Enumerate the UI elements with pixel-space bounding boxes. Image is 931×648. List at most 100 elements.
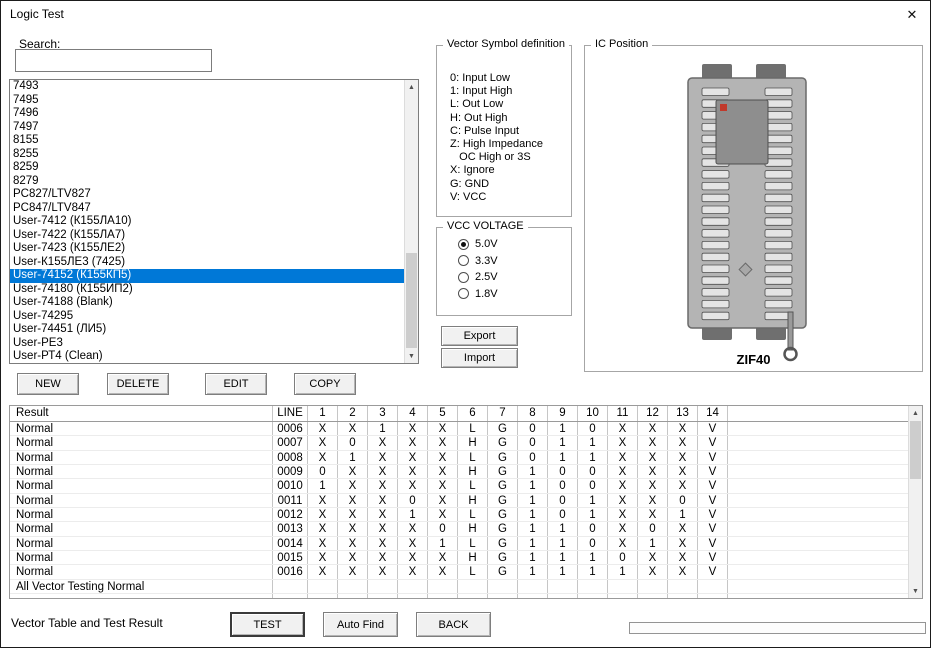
- vcc-option[interactable]: 2.5V: [437, 269, 571, 286]
- zif-socket: [687, 64, 807, 362]
- table-scrollbar[interactable]: ▲ ▼: [908, 406, 922, 598]
- table-cell: 0006: [273, 422, 308, 436]
- table-cell: 1: [608, 565, 638, 579]
- scroll-up-icon[interactable]: ▲: [909, 406, 922, 420]
- list-item[interactable]: User-К155ЛЕ3 (7425): [10, 256, 404, 270]
- delete-button[interactable]: DELETE: [107, 373, 169, 395]
- table-row[interactable]: Normal 0006 X X 1 X X L G 0 1 0 X X X V: [10, 422, 922, 437]
- vcc-voltage-group: VCC VOLTAGE 5.0V 3.3V 2.5V 1.8V: [436, 220, 572, 316]
- table-cell: X: [368, 436, 398, 450]
- table-header-cell: Result: [10, 406, 273, 421]
- table-cell: [398, 594, 428, 598]
- table-cell: 0: [548, 508, 578, 522]
- table-cell: 1: [548, 565, 578, 579]
- scroll-up-icon[interactable]: ▲: [405, 80, 418, 94]
- table-cell: Normal: [10, 536, 273, 551]
- vcc-option[interactable]: 3.3V: [437, 253, 571, 270]
- list-item[interactable]: User-РТ4 (Clean): [10, 350, 404, 363]
- list-item[interactable]: 8259: [10, 161, 404, 175]
- table-row[interactable]: Normal 0010 1 X X X X L G 1 0 0 X X X V: [10, 479, 922, 494]
- vcc-option[interactable]: 5.0V: [437, 236, 571, 253]
- scroll-down-icon[interactable]: ▼: [405, 349, 418, 363]
- edit-button[interactable]: EDIT: [205, 373, 267, 395]
- radio-icon[interactable]: [458, 255, 469, 267]
- radio-icon[interactable]: [458, 271, 469, 283]
- table-row[interactable]: Normal 0008 X 1 X X X L G 0 1 1 X X X V: [10, 450, 922, 466]
- list-item[interactable]: User-74180 (К155ИП2): [10, 283, 404, 297]
- table-cell: [698, 594, 728, 598]
- table-cell: [458, 579, 488, 594]
- list-item[interactable]: 7495: [10, 94, 404, 108]
- list-scrollbar[interactable]: ▲ ▼: [404, 80, 418, 363]
- close-button[interactable]: ✕: [900, 5, 924, 25]
- table-cell: [638, 579, 668, 594]
- table-cell: L: [458, 565, 488, 579]
- table-cell: X: [398, 551, 428, 565]
- list-item[interactable]: 7493: [10, 80, 404, 94]
- table-cell: X: [308, 436, 338, 450]
- vector-table-body: Normal 0006 X X 1 X X L G 0 1 0 X X X V Normal 0007 X 0 X X X H…: [10, 422, 922, 598]
- table-cell: 1: [548, 422, 578, 436]
- list-item[interactable]: User-7422 (К155ЛА7): [10, 229, 404, 243]
- list-item[interactable]: User-74451 (ЛИ5): [10, 323, 404, 337]
- table-row[interactable]: Normal 0007 X 0 X X X H G 0 1 1 X X X V: [10, 436, 922, 451]
- new-button[interactable]: NEW: [17, 373, 79, 395]
- table-cell: X: [338, 522, 368, 536]
- list-item[interactable]: User-7423 (К155ЛЕ2): [10, 242, 404, 256]
- vcc-option[interactable]: 1.8V: [437, 286, 571, 303]
- list-item-selected[interactable]: User-74152 (К155КП5): [10, 269, 404, 283]
- table-row[interactable]: Normal 0011 X X X 0 X H G 1 0 1 X X 0 V: [10, 493, 922, 509]
- auto-find-button[interactable]: Auto Find: [323, 612, 398, 637]
- vector-symbol-line: H: Out High: [450, 111, 508, 124]
- table-cell: [368, 594, 398, 598]
- table-row[interactable]: Normal 0016 X X X X X L G 1 1 1 1 X X V: [10, 565, 922, 580]
- list-item[interactable]: 7496: [10, 107, 404, 121]
- vector-symbol-group-title: Vector Symbol definition: [443, 38, 570, 50]
- list-item[interactable]: User-РЕ3: [10, 337, 404, 351]
- list-item[interactable]: 8279: [10, 175, 404, 189]
- table-cell: Normal: [10, 493, 273, 508]
- list-item[interactable]: User-74188 (Blank): [10, 296, 404, 310]
- table-row[interactable]: Normal 0009 0 X X X X H G 1 0 0 X X X V: [10, 465, 922, 480]
- list-item[interactable]: PC847/LTV847: [10, 202, 404, 216]
- list-item[interactable]: User-7412 (К155ЛА10): [10, 215, 404, 229]
- export-button[interactable]: Export: [441, 326, 518, 346]
- table-row[interactable]: Normal 0015 X X X X X H G 1 1 1 0 X X V: [10, 551, 922, 566]
- copy-button[interactable]: COPY: [294, 373, 356, 395]
- list-item[interactable]: 8155: [10, 134, 404, 148]
- table-cell: X: [398, 422, 428, 436]
- table-header-cell: 4: [398, 406, 428, 421]
- back-button[interactable]: BACK: [416, 612, 491, 637]
- radio-icon[interactable]: [458, 288, 469, 300]
- table-cell: 0011: [273, 493, 308, 508]
- test-button[interactable]: TEST: [230, 612, 305, 637]
- table-filler-row[interactable]: [10, 594, 922, 598]
- table-row[interactable]: Normal 0013 X X X X 0 H G 1 1 0 X 0 X V: [10, 522, 922, 537]
- table-cell: [548, 594, 578, 598]
- table-cell: 0: [428, 522, 458, 536]
- scroll-down-icon[interactable]: ▼: [909, 584, 922, 598]
- chip-list[interactable]: ▲ ▼ 7493 7495 7496 7497 8155 8255 8259 8279 PC82…: [9, 79, 419, 364]
- scrollbar-thumb[interactable]: [406, 253, 417, 348]
- table-cell: X: [398, 450, 428, 465]
- table-cell: [728, 422, 922, 435]
- table-cell: X: [308, 508, 338, 522]
- table-row[interactable]: Normal 0014 X X X X 1 L G 1 1 0 X 1 X V: [10, 536, 922, 552]
- table-cell: 0: [668, 493, 698, 508]
- search-input[interactable]: [15, 49, 212, 72]
- list-item[interactable]: User-74295: [10, 310, 404, 324]
- close-icon: ✕: [906, 7, 918, 22]
- radio-selected-icon[interactable]: [458, 238, 469, 250]
- table-cell: H: [458, 522, 488, 536]
- table-footer-row[interactable]: All Vector Testing Normal: [10, 579, 922, 595]
- list-item[interactable]: 8255: [10, 148, 404, 162]
- vector-symbol-line: V: VCC: [450, 190, 487, 203]
- scrollbar-thumb[interactable]: [910, 421, 921, 479]
- import-button[interactable]: Import: [441, 348, 518, 368]
- table-row[interactable]: Normal 0012 X X X 1 X L G 1 0 1 X X 1 V: [10, 508, 922, 523]
- list-item[interactable]: PC827/LTV827: [10, 188, 404, 202]
- table-cell: X: [398, 465, 428, 479]
- table-cell: X: [308, 536, 338, 551]
- table-cell: [10, 594, 273, 598]
- list-item[interactable]: 7497: [10, 121, 404, 135]
